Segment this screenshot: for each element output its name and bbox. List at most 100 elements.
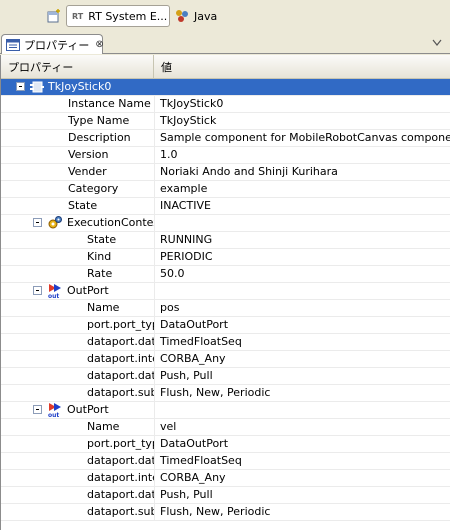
property-row[interactable]: port.port_type DataOutPort: [1, 436, 450, 453]
property-value: 50.0: [160, 267, 185, 280]
property-name: Version: [68, 148, 109, 161]
svg-text:out: out: [48, 412, 59, 418]
property-name: Category: [68, 182, 119, 195]
property-value: Push, Pull: [160, 488, 213, 501]
property-name: dataport.dataf: [87, 488, 155, 501]
property-value: Flush, New, Periodic: [160, 505, 271, 518]
property-row[interactable]: Category example: [1, 181, 450, 198]
property-row[interactable]: Type Name TkJoyStick: [1, 113, 450, 130]
property-row[interactable]: Vender Noriaki Ando and Shinji Kurihara: [1, 164, 450, 181]
property-row[interactable]: Kind PERIODIC: [1, 249, 450, 266]
outport-icon: out: [47, 283, 63, 299]
property-row[interactable]: Description Sample component for MobileRo…: [1, 130, 450, 147]
property-row[interactable]: Name pos: [1, 300, 450, 317]
property-name: State: [68, 199, 98, 212]
property-row[interactable]: dataport.inter CORBA_Any: [1, 351, 450, 368]
property-row[interactable]: Instance Name TkJoyStick0: [1, 96, 450, 113]
column-header-value[interactable]: 値: [154, 55, 450, 79]
property-name: Name: [87, 420, 120, 433]
gears-icon: [47, 215, 63, 231]
property-row[interactable]: port.port_type DataOutPort: [1, 317, 450, 334]
property-name: dataport.dataf: [87, 369, 155, 382]
collapse-toggle-icon[interactable]: [33, 405, 42, 414]
property-name: port.port_type: [87, 318, 154, 331]
property-value: PERIODIC: [160, 250, 213, 263]
property-value: TkJoyStick: [160, 114, 217, 127]
property-row[interactable]: dataport.dataf Push, Pull: [1, 487, 450, 504]
property-value: CORBA_Any: [160, 471, 226, 484]
property-row[interactable]: dataport.subs Flush, New, Periodic: [1, 385, 450, 402]
property-value: CORBA_Any: [160, 352, 226, 365]
java-perspective-button[interactable]: Java: [174, 6, 217, 26]
property-row[interactable]: State RUNNING: [1, 232, 450, 249]
property-value: RUNNING: [160, 233, 213, 246]
outport-icon: out: [47, 402, 63, 418]
property-name: dataport.inter: [87, 352, 154, 365]
java-perspective-label: Java: [194, 9, 218, 23]
property-value: TimedFloatSeq: [160, 335, 242, 348]
component-value: [155, 79, 450, 95]
property-name: Instance Name: [68, 97, 151, 110]
property-name: Name: [87, 301, 120, 314]
java-icon: [174, 8, 190, 24]
close-icon[interactable]: ⊗: [95, 39, 103, 50]
tree-row-execution-context[interactable]: ExecutionContex: [1, 215, 450, 232]
tab-properties[interactable]: プロパティー ⊗: [1, 34, 104, 54]
property-value: vel: [160, 420, 177, 433]
property-name: dataport.inter: [87, 471, 154, 484]
collapse-toggle-icon[interactable]: [16, 82, 25, 91]
property-value: Flush, New, Periodic: [160, 386, 271, 399]
property-name: port.port_type: [87, 437, 154, 450]
collapse-toggle-icon[interactable]: [33, 218, 42, 227]
property-name: Kind: [87, 250, 112, 263]
property-value: Noriaki Ando and Shinji Kurihara: [160, 165, 338, 178]
property-row[interactable]: Rate 50.0: [1, 266, 450, 283]
property-row[interactable]: dataport.dataf Push, Pull: [1, 368, 450, 385]
property-value: Push, Pull: [160, 369, 213, 382]
properties-table: プロパティー 値 TkJoyStick0 Instance Name TkJoyS…: [0, 55, 450, 530]
property-row[interactable]: dataport.subs Flush, New, Periodic: [1, 504, 450, 521]
table-header: プロパティー 値: [1, 55, 450, 79]
component-label: TkJoyStick0: [48, 80, 112, 93]
perspective-toolbar: RT RT System E... Java: [0, 0, 450, 32]
property-name: dataport.subs: [87, 386, 154, 399]
execution-context-label: ExecutionContex: [67, 216, 155, 229]
rt-system-editor-perspective-button[interactable]: RT RT System E...: [66, 5, 170, 27]
tree-row-outport[interactable]: out OutPort: [1, 283, 450, 300]
property-value: TkJoyStick0: [160, 97, 224, 110]
outport-label: OutPort: [67, 403, 109, 416]
property-name: State: [87, 233, 117, 246]
property-row[interactable]: dataport.inter CORBA_Any: [1, 470, 450, 487]
property-value: Sample component for MobileRobotCanvas c…: [160, 131, 450, 144]
perspective-label: RT System E...: [88, 9, 168, 23]
tree-row-component[interactable]: TkJoyStick0: [1, 79, 450, 96]
collapse-toggle-icon[interactable]: [33, 286, 42, 295]
property-name: Description: [68, 131, 131, 144]
property-name: dataport.data_: [87, 335, 155, 348]
view-tab-bar: プロパティー ⊗: [0, 32, 450, 54]
tab-properties-label: プロパティー: [24, 38, 90, 52]
open-perspective-icon[interactable]: [46, 8, 62, 24]
property-name: dataport.subs: [87, 505, 154, 518]
svg-text:out: out: [48, 293, 59, 299]
property-row[interactable]: Name vel: [1, 419, 450, 436]
column-header-property[interactable]: プロパティー: [1, 55, 154, 79]
property-value: pos: [160, 301, 180, 314]
tree-row-outport[interactable]: out OutPort: [1, 402, 450, 419]
property-value: TimedFloatSeq: [160, 454, 242, 467]
component-icon: [29, 79, 45, 95]
property-row[interactable]: Version 1.0: [1, 147, 450, 164]
rt-logo-icon: RT: [72, 11, 84, 21]
property-row[interactable]: dataport.data_ TimedFloatSeq: [1, 334, 450, 351]
property-value: DataOutPort: [160, 318, 229, 331]
property-value: 1.0: [160, 148, 178, 161]
property-name: Rate: [87, 267, 113, 280]
property-row[interactable]: dataport.data_ TimedFloatSeq: [1, 453, 450, 470]
property-row[interactable]: State INACTIVE: [1, 198, 450, 215]
property-value: example: [160, 182, 208, 195]
property-value: DataOutPort: [160, 437, 229, 450]
property-name: Type Name: [68, 114, 130, 127]
view-menu-chevron-down-icon[interactable]: [432, 37, 442, 46]
property-name: Vender: [68, 165, 107, 178]
outport-label: OutPort: [67, 284, 109, 297]
